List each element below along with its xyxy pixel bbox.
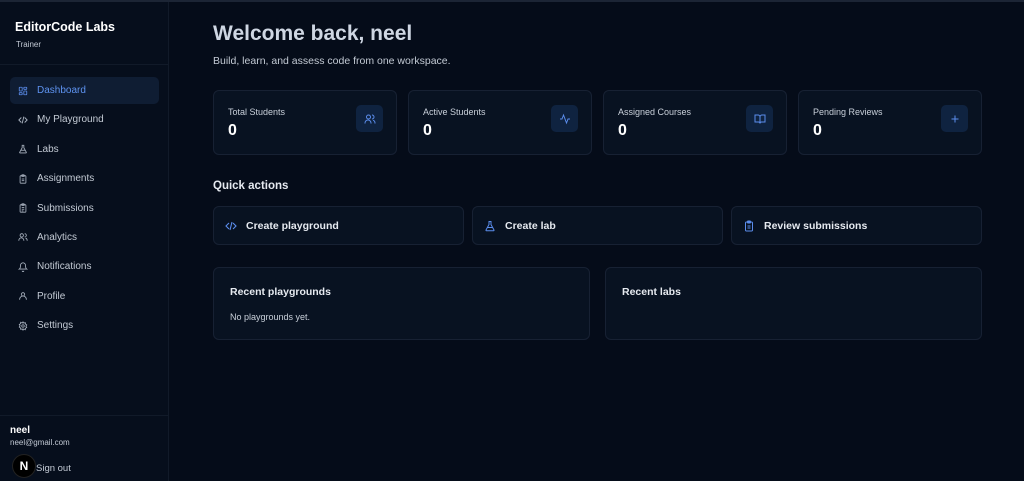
flask-icon: [484, 220, 496, 232]
sidebar-item-label: Notifications: [37, 261, 92, 273]
brand-name[interactable]: EditorCode Labs: [15, 20, 115, 34]
bell-icon: [18, 262, 28, 272]
review-submissions-button[interactable]: Review submissions: [731, 206, 982, 245]
stat-card-assigned-courses: Assigned Courses 0: [603, 90, 787, 155]
quick-action-label: Create playground: [246, 219, 339, 232]
clipboard-icon: [743, 220, 755, 232]
code-icon: [18, 115, 28, 125]
sidebar-item-label: Submissions: [37, 202, 94, 214]
stat-value: 0: [423, 122, 432, 139]
page-title: Welcome back, neel: [213, 22, 413, 45]
flask-icon: [18, 144, 28, 154]
sidebar-item-my-playground[interactable]: My Playground: [10, 106, 159, 133]
sidebar-item-label: My Playground: [37, 114, 104, 126]
activity-icon: [551, 105, 578, 132]
quick-actions-heading: Quick actions: [213, 180, 289, 192]
stat-label: Active Students: [423, 107, 486, 117]
stat-value: 0: [618, 122, 627, 139]
user-icon: [18, 291, 28, 301]
sidebar-item-label: Analytics: [37, 231, 78, 243]
sidebar-item-notifications[interactable]: Notifications: [10, 253, 159, 280]
code-icon: [225, 220, 237, 232]
user-email: neel@gmail.com: [10, 438, 70, 447]
stat-label: Assigned Courses: [618, 107, 692, 117]
stat-card-total-students: Total Students 0: [213, 90, 397, 155]
sidebar-item-labs[interactable]: Labs: [10, 136, 159, 163]
panel-title: Recent labs: [622, 286, 681, 298]
sidebar: EditorCode Labs Trainer Dashboard My Pla…: [0, 2, 169, 481]
avatar[interactable]: N: [12, 454, 36, 478]
clipboard-icon: [18, 174, 28, 184]
quick-action-label: Create lab: [505, 219, 556, 232]
quick-action-label: Review submissions: [764, 219, 868, 232]
stat-label: Total Students: [228, 107, 286, 117]
page-subtitle: Build, learn, and assess code from one w…: [213, 55, 451, 67]
stat-value: 0: [813, 122, 822, 139]
sidebar-item-profile[interactable]: Profile: [10, 283, 159, 310]
stat-value: 0: [228, 122, 237, 139]
stat-card-pending-reviews: Pending Reviews 0: [798, 90, 982, 155]
stat-card-active-students: Active Students 0: [408, 90, 592, 155]
divider: [0, 415, 169, 416]
clipboard-list-icon: [18, 203, 28, 213]
user-name: neel: [10, 425, 31, 436]
sidebar-item-label: Assignments: [37, 173, 95, 185]
divider: [0, 64, 169, 65]
sidebar-item-dashboard[interactable]: Dashboard: [10, 77, 159, 104]
sidebar-item-label: Settings: [37, 320, 74, 332]
sidebar-item-label: Labs: [37, 143, 59, 155]
sidebar-item-label: Dashboard: [37, 85, 86, 96]
sign-out-button[interactable]: Sign out: [36, 463, 71, 474]
users-icon: [356, 105, 383, 132]
book-open-icon: [746, 105, 773, 132]
user-role: Trainer: [16, 40, 42, 49]
stat-label: Pending Reviews: [813, 107, 883, 117]
sidebar-item-assignments[interactable]: Assignments: [10, 165, 159, 192]
users-icon: [18, 232, 28, 242]
main-content: Welcome back, neel Build, learn, and ass…: [169, 2, 1024, 481]
sidebar-item-label: Profile: [37, 290, 66, 302]
recent-playgrounds-panel: Recent playgrounds No playgrounds yet.: [213, 267, 590, 340]
empty-state-text: No playgrounds yet.: [230, 312, 311, 322]
dashboard-icon: [18, 86, 28, 96]
sidebar-item-submissions[interactable]: Submissions: [10, 195, 159, 222]
sidebar-nav: Dashboard My Playground Labs Assignments: [10, 77, 159, 342]
plus-icon: [941, 105, 968, 132]
create-playground-button[interactable]: Create playground: [213, 206, 464, 245]
sidebar-item-settings[interactable]: Settings: [10, 312, 159, 339]
panel-title: Recent playgrounds: [230, 286, 331, 298]
app-window: EditorCode Labs Trainer Dashboard My Pla…: [0, 0, 1024, 481]
gear-icon: [18, 320, 28, 331]
sidebar-item-analytics[interactable]: Analytics: [10, 224, 159, 251]
create-lab-button[interactable]: Create lab: [472, 206, 723, 245]
recent-labs-panel: Recent labs: [605, 267, 982, 340]
